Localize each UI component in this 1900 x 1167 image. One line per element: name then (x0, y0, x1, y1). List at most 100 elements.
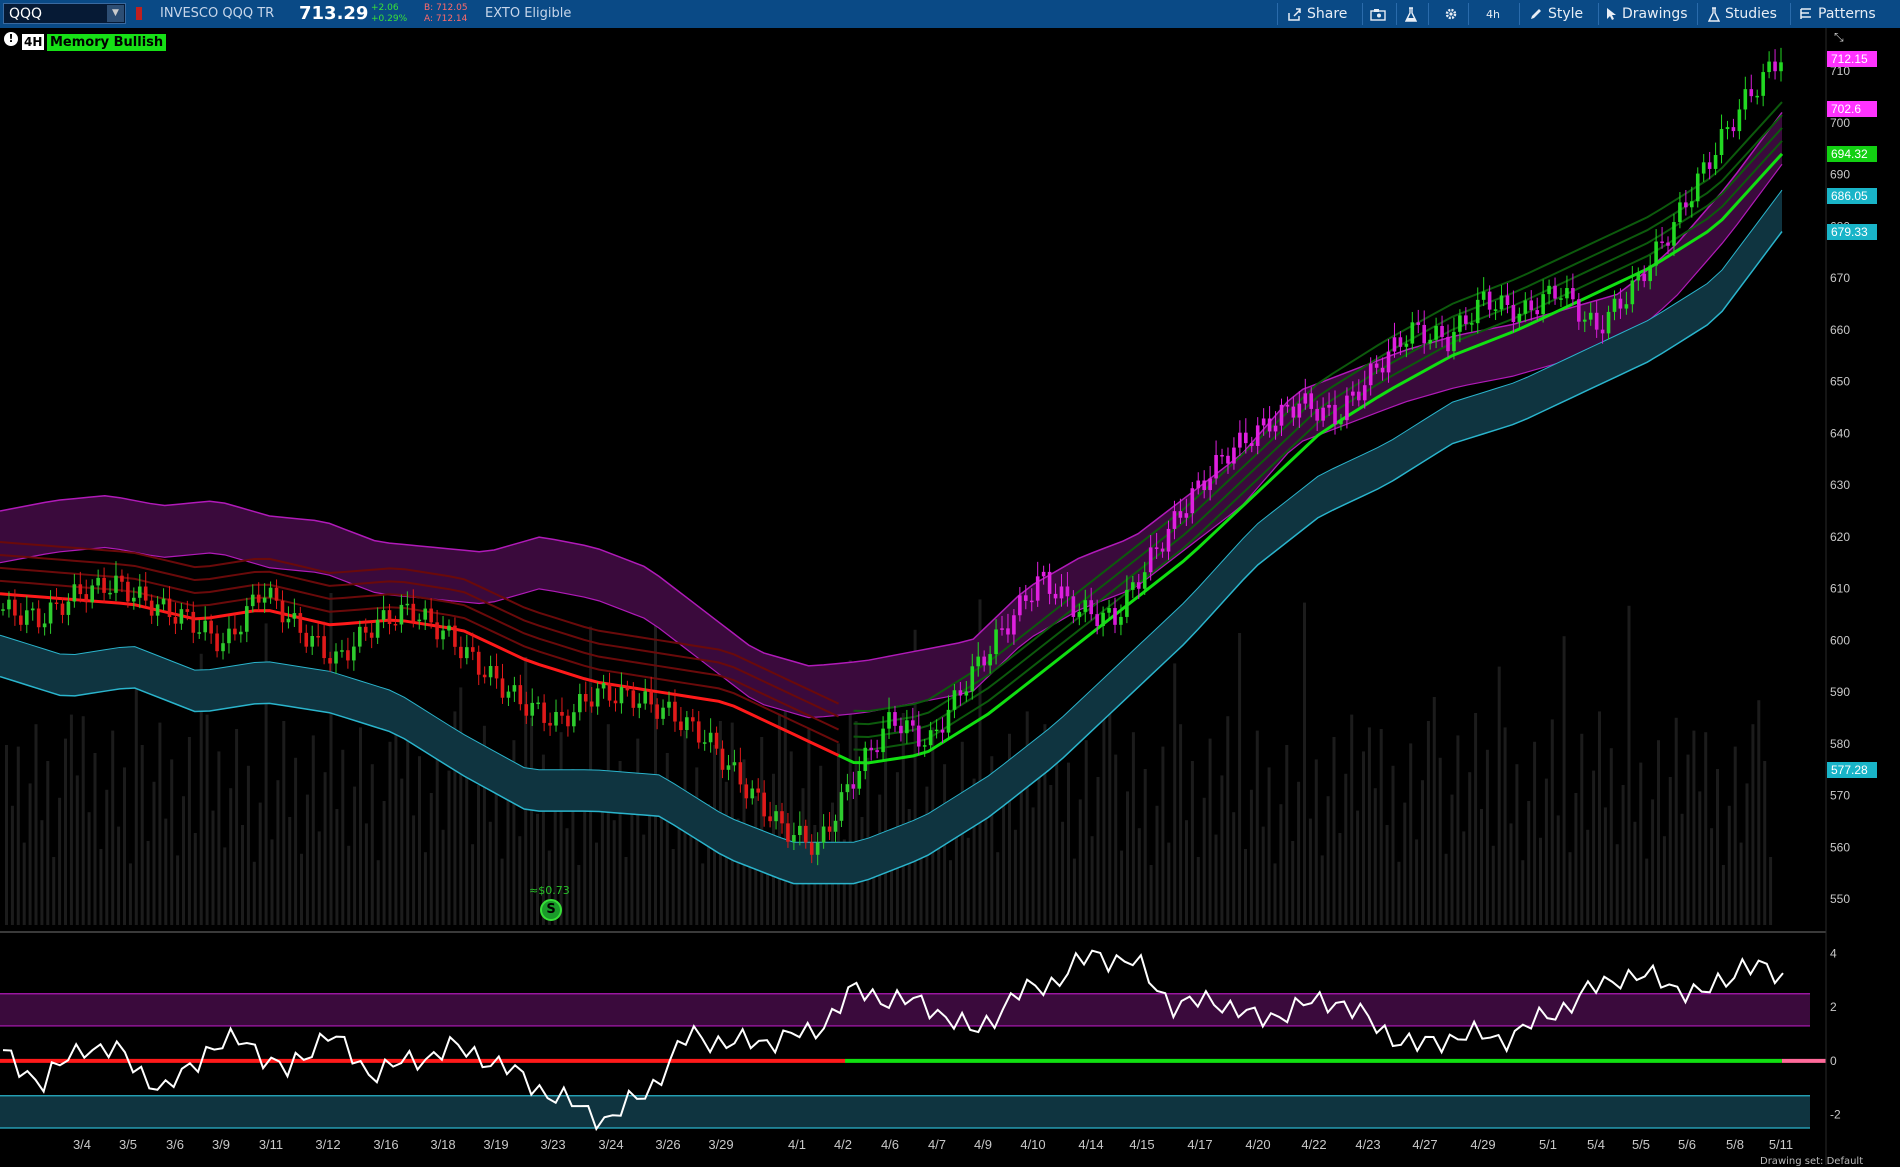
volume-bar (783, 690, 787, 925)
candle-body (316, 635, 320, 638)
candle-body (13, 599, 17, 616)
volume-bar (884, 735, 888, 925)
candle-body (1006, 628, 1010, 635)
volume-bar (376, 860, 380, 925)
candle-body (1249, 443, 1254, 446)
volume-bar (152, 781, 156, 925)
candle-body (946, 709, 951, 733)
separator (1277, 3, 1278, 25)
volume-bar (52, 857, 56, 925)
candle-body (1398, 337, 1403, 347)
volume-bar (1721, 865, 1725, 925)
candle-body (262, 597, 267, 603)
volume-bar (370, 764, 374, 925)
candle-body (922, 745, 927, 747)
candle-body (1321, 407, 1325, 421)
volume-bar (187, 737, 191, 925)
candle-body (173, 617, 178, 624)
candle-body (1630, 280, 1635, 305)
volume-bar (642, 834, 646, 925)
candle-body (1499, 295, 1504, 310)
symbol-dropdown-icon[interactable]: ▼ (107, 5, 124, 22)
candle-body (1612, 298, 1617, 312)
time-tick-label: 5/6 (1678, 1137, 1696, 1152)
candle-body (1725, 127, 1730, 130)
separator (1468, 3, 1469, 25)
volume-bar (28, 783, 32, 925)
candle-body (798, 825, 802, 836)
drawings-button[interactable]: Drawings (1605, 4, 1688, 24)
osc-tick-label: 2 (1830, 1000, 1837, 1014)
candle-body (637, 703, 642, 708)
screenshot-button[interactable] (1370, 4, 1386, 24)
candle-body (958, 690, 963, 696)
volume-bar (388, 741, 392, 925)
candle-body (934, 729, 939, 732)
style-button[interactable]: Style (1529, 4, 1583, 24)
volume-bar (1539, 837, 1542, 925)
settings-button[interactable] (1444, 4, 1458, 24)
time-tick-label: 5/11 (1769, 1137, 1793, 1152)
volume-bar (1320, 855, 1324, 925)
symbol-input[interactable]: QQQ ▼ (3, 3, 126, 24)
aggregation-button[interactable]: 4h (1486, 4, 1500, 24)
study-lab-button[interactable] (1405, 4, 1417, 24)
candle-body (1511, 304, 1516, 323)
candle-body (928, 730, 933, 746)
candle-body (560, 711, 564, 716)
candle-body (1392, 337, 1397, 352)
volume-bar (471, 844, 475, 925)
candle-body (524, 704, 529, 716)
studies-button[interactable]: Studies (1708, 4, 1777, 24)
candle-body (429, 608, 433, 623)
candle-body (66, 601, 71, 615)
patterns-button[interactable]: Patterns (1799, 4, 1876, 24)
candle-body (696, 721, 701, 743)
candle-body (1684, 202, 1688, 208)
volume-bar (701, 863, 705, 925)
volume-bar (1497, 666, 1501, 925)
price-tick-label: 650 (1830, 375, 1850, 389)
candle-body (1464, 315, 1468, 324)
candle-body (1041, 571, 1046, 577)
volume-bar (182, 796, 185, 925)
volume-bar (1232, 812, 1236, 925)
volume-bar (81, 716, 85, 925)
share-button[interactable]: Share (1287, 4, 1347, 24)
info-icon[interactable]: ! (4, 32, 18, 46)
volume-bar (123, 767, 126, 925)
dividend-label: ≈$0.73 (529, 884, 570, 897)
candle-body (1065, 586, 1070, 597)
candle-body (1303, 393, 1308, 404)
drawing-set-label[interactable]: Drawing set: Default (1760, 1156, 1863, 1167)
candle-body (1648, 265, 1652, 282)
candle-body (1404, 343, 1409, 347)
candle-body (809, 842, 814, 855)
volume-bar (441, 829, 445, 925)
dividend-icon[interactable]: S (540, 899, 562, 921)
volume-bar (659, 812, 663, 925)
volume-bar (1515, 764, 1519, 925)
volume-bar (1114, 754, 1118, 925)
candle-body (1089, 600, 1094, 615)
candle-body (363, 626, 368, 633)
price-chart[interactable]: 7107006906806706606506406306206106005905… (0, 28, 1900, 1165)
time-tick-label: 4/22 (1301, 1137, 1326, 1152)
volume-bar (1621, 785, 1625, 925)
symbol-text[interactable]: QQQ (9, 6, 42, 22)
candle-body (893, 712, 897, 726)
candle-body (1238, 432, 1242, 448)
candle-body (1315, 408, 1319, 421)
candle-body (970, 666, 975, 692)
volume-bar (241, 825, 244, 925)
volume-bar (518, 836, 522, 925)
candle-body (239, 631, 243, 635)
price-tag-label: 686.05 (1831, 189, 1868, 203)
volume-bar (423, 852, 427, 925)
expand-icon[interactable]: ⤡ (1834, 30, 1844, 45)
candle-body (1023, 595, 1028, 601)
candle-body (1000, 628, 1004, 630)
candle-body (1713, 155, 1718, 169)
candle-body (1618, 298, 1623, 309)
candle-body (126, 581, 130, 602)
